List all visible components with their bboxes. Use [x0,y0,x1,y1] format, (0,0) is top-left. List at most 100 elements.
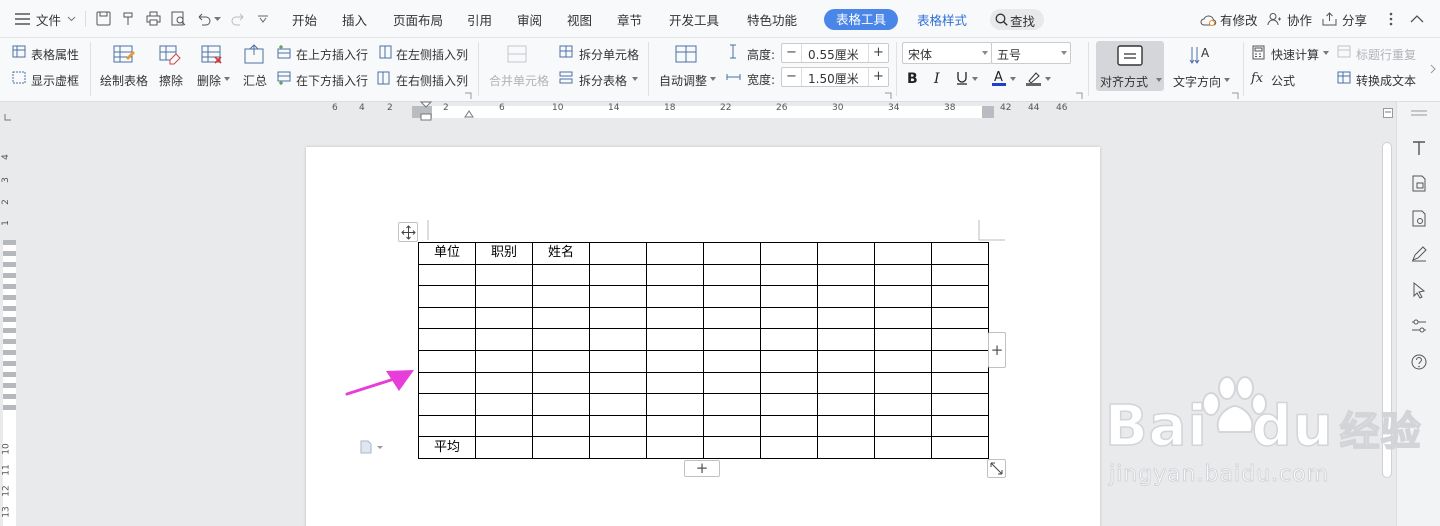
calculator-icon[interactable] [1252,45,1266,60]
table-cell[interactable] [760,328,818,351]
table-cell[interactable] [475,263,533,287]
hamburger-icon[interactable] [15,13,30,25]
table-properties-icon[interactable] [12,45,27,59]
height-value[interactable]: 0.55厘米 [808,46,859,63]
italic-icon[interactable]: I [931,71,945,87]
table-cell[interactable] [589,263,647,287]
table-cell[interactable] [703,306,761,330]
split-table-icon[interactable] [559,71,574,85]
table-cell[interactable] [760,349,818,373]
text-style-icon[interactable] [1411,140,1427,156]
table-cell[interactable] [475,393,533,416]
cursor-select-icon[interactable] [1412,281,1426,299]
draw-table-icon[interactable] [112,44,136,66]
table-cell[interactable] [931,263,989,287]
table-cell[interactable] [760,285,818,308]
auto-fit-icon[interactable] [674,44,698,66]
convert-to-text-icon[interactable] [1337,71,1352,85]
width-decrease-button[interactable]: − [782,68,802,86]
table-cell[interactable] [703,285,761,308]
repeat-header-button[interactable]: 标题行重复 [1356,46,1416,63]
delete-dropdown-icon[interactable] [224,77,230,81]
table-cell[interactable] [418,328,476,351]
table-cell[interactable] [817,371,875,395]
table-cell[interactable] [646,393,704,416]
table-cell[interactable] [931,306,989,330]
table-cell[interactable] [589,393,647,416]
table-cell[interactable] [817,306,875,330]
collaborate-icon[interactable] [1267,12,1281,26]
table-cell[interactable] [874,393,932,416]
width-increase-button[interactable]: + [868,68,888,86]
table-cell[interactable] [532,285,590,308]
table-cell[interactable] [418,285,476,308]
table-cell[interactable] [874,414,932,438]
table-cell[interactable] [418,414,476,438]
summary-icon[interactable] [243,44,267,66]
document-review-icon[interactable] [1411,210,1427,227]
table-cell[interactable] [931,436,989,459]
table-cell[interactable] [703,414,761,438]
table-cell[interactable] [760,393,818,416]
table-cell[interactable] [703,393,761,416]
font-name-select[interactable]: 宋体 [902,42,992,64]
tab-references[interactable]: 引用 [467,10,492,29]
insert-column-left-button[interactable]: 在左侧插入列 [396,46,468,63]
table-cell[interactable] [646,306,704,330]
table-cell[interactable]: 单位 [418,242,476,265]
insert-row-above-icon[interactable] [277,45,292,59]
quick-calc-dropdown-icon[interactable] [1323,51,1329,55]
erase-button[interactable]: 擦除 [159,72,183,89]
highlight-dropdown-icon[interactable] [1045,77,1051,81]
undo-icon[interactable] [197,12,211,26]
indent-marker-icon[interactable] [419,101,433,122]
quick-calc-button[interactable]: 快速计算 [1271,46,1319,63]
table-cell[interactable] [418,306,476,330]
group-launcher-icon[interactable] [1076,92,1083,99]
document-table[interactable]: 单位 职别 姓名 平均 [418,242,989,459]
table-cell[interactable] [760,371,818,395]
table-cell[interactable] [475,285,533,308]
table-cell[interactable] [817,263,875,287]
tab-view[interactable]: 视图 [567,10,592,29]
help-icon[interactable] [1411,354,1427,370]
tab-table-style[interactable]: 表格样式 [917,10,967,29]
group-launcher-icon[interactable] [1232,92,1239,99]
table-cell[interactable] [703,436,761,459]
share-icon[interactable] [1322,12,1337,26]
table-cell[interactable] [532,436,590,459]
collaborate-button[interactable]: 协作 [1287,10,1312,29]
table-cell[interactable] [475,349,533,373]
table-cell[interactable]: 职别 [475,242,533,265]
insert-column-right-button[interactable]: 在右侧插入列 [396,72,468,89]
table-cell[interactable] [589,436,647,459]
sidebar-menu-icon[interactable] [1411,110,1427,116]
table-cell[interactable] [532,306,590,330]
table-cell[interactable] [589,328,647,351]
height-stepper[interactable]: − 0.55厘米 + [781,43,889,63]
table-cell[interactable] [817,414,875,438]
text-direction-icon[interactable]: A [1188,43,1214,67]
font-color-icon[interactable]: A [992,70,1006,86]
group-launcher-icon[interactable] [885,92,892,99]
table-cell[interactable] [532,328,590,351]
print-preview-icon[interactable] [171,11,186,26]
horizontal-ruler[interactable] [0,101,1380,122]
table-cell[interactable] [874,436,932,459]
print-icon[interactable] [146,11,161,26]
tab-home[interactable]: 开始 [292,10,317,29]
table-cell[interactable] [646,328,704,351]
tab-insert[interactable]: 插入 [342,10,367,29]
table-properties-button[interactable]: 表格属性 [31,46,79,63]
ribbon-scroll-right-icon[interactable] [1430,64,1436,74]
highlight-icon[interactable] [1026,70,1042,86]
table-cell[interactable] [931,242,989,265]
cloud-sync-icon[interactable] [1200,13,1217,26]
group-launcher-icon[interactable] [465,92,472,99]
customize-toolbar-icon[interactable] [258,15,268,23]
search-button[interactable]: 查找 [990,9,1044,30]
auto-fit-dropdown-icon[interactable] [710,77,716,81]
table-cell[interactable] [532,263,590,287]
table-cell[interactable] [532,349,590,373]
chevron-down-icon[interactable] [67,16,76,22]
